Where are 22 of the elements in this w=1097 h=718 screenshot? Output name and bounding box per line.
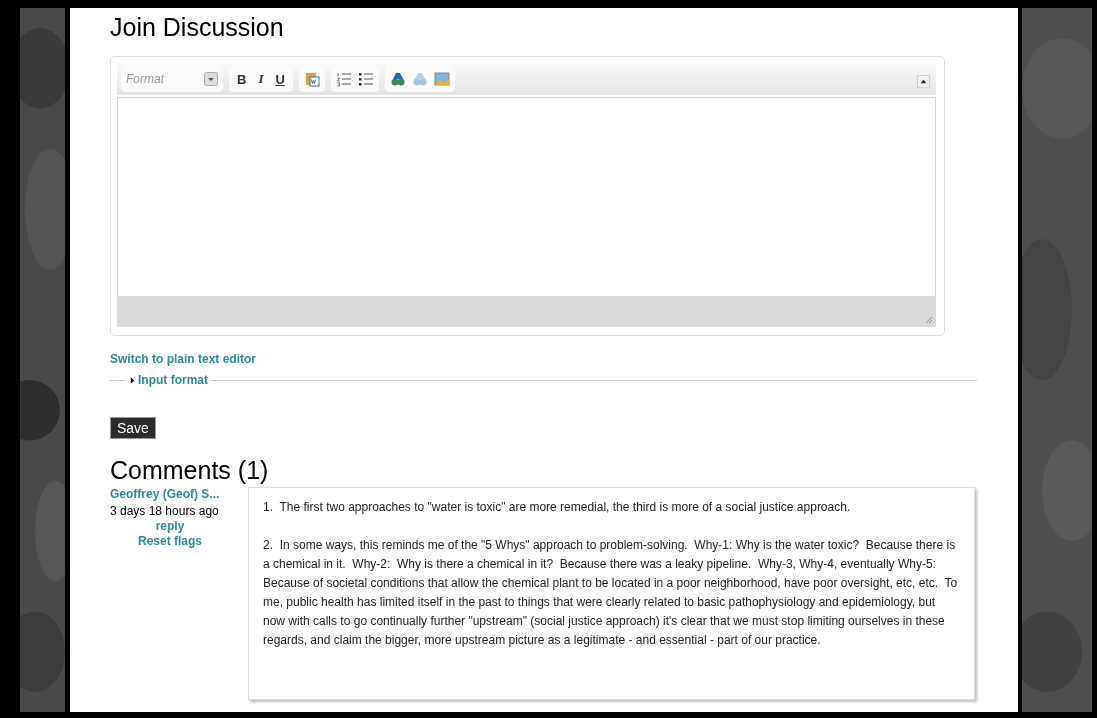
page-heading: Join Discussion xyxy=(110,12,285,42)
author-link[interactable]: Geoffrey (Geof) S... xyxy=(110,487,220,501)
comment-paragraph: 1. The first two approaches to "water is toxic" are more remedial, the third is more of a social justice approach. xyxy=(263,499,852,516)
input-format-toggle[interactable]: Input format xyxy=(130,373,210,387)
comment-paragraph: 2. In some ways, this reminds me of the "5 Whys" approach to problem-solving. Why-1: Why is the water toxic? Because there is a chemical in it. Why-2: Why is there a chemical in it? Because there was a leaky pipeline. Why-3, Why-4, eventually Why-5: Because of societal conditions that allow the chemical plant to be located in a poor neighborhood, have poor oversight, etc, etc. To me, public health has limited itself in the past to things that were clearly related to basic pathophysiology and epidemiology, but now with calls to go continually further "upstream" (social justice approach) it's clear that we must stop limiting ourselves in these regards, and claim the bigger, more upstream picture as a legitimate - and essential - part of our practice. xyxy=(263,537,959,649)
switch-editor-link[interactable]: Switch to plain text editor xyxy=(110,352,256,366)
resize-grip-icon[interactable] xyxy=(923,314,933,324)
save-button[interactable]: Save xyxy=(110,417,156,439)
comment-action-link[interactable]: reply xyxy=(155,519,185,533)
link-icon[interactable] xyxy=(389,71,406,87)
image-icon[interactable] xyxy=(433,71,450,87)
underline-button[interactable]: U xyxy=(272,71,288,87)
bold-button[interactable]: B xyxy=(234,71,250,87)
paste-from-word-icon[interactable] xyxy=(303,71,320,87)
bulleted-list-icon[interactable] xyxy=(357,71,374,87)
comments-heading: Comments (1) xyxy=(110,455,270,485)
comment-action-link[interactable]: Reset flags xyxy=(138,534,202,548)
numbered-list-icon[interactable] xyxy=(335,71,352,87)
collapse-toolbar-icon[interactable] xyxy=(917,75,930,88)
comment-time: 3 days 18 hours ago xyxy=(110,504,219,518)
italic-button[interactable]: I xyxy=(255,71,267,87)
disclosure-triangle-icon[interactable] xyxy=(130,376,135,384)
